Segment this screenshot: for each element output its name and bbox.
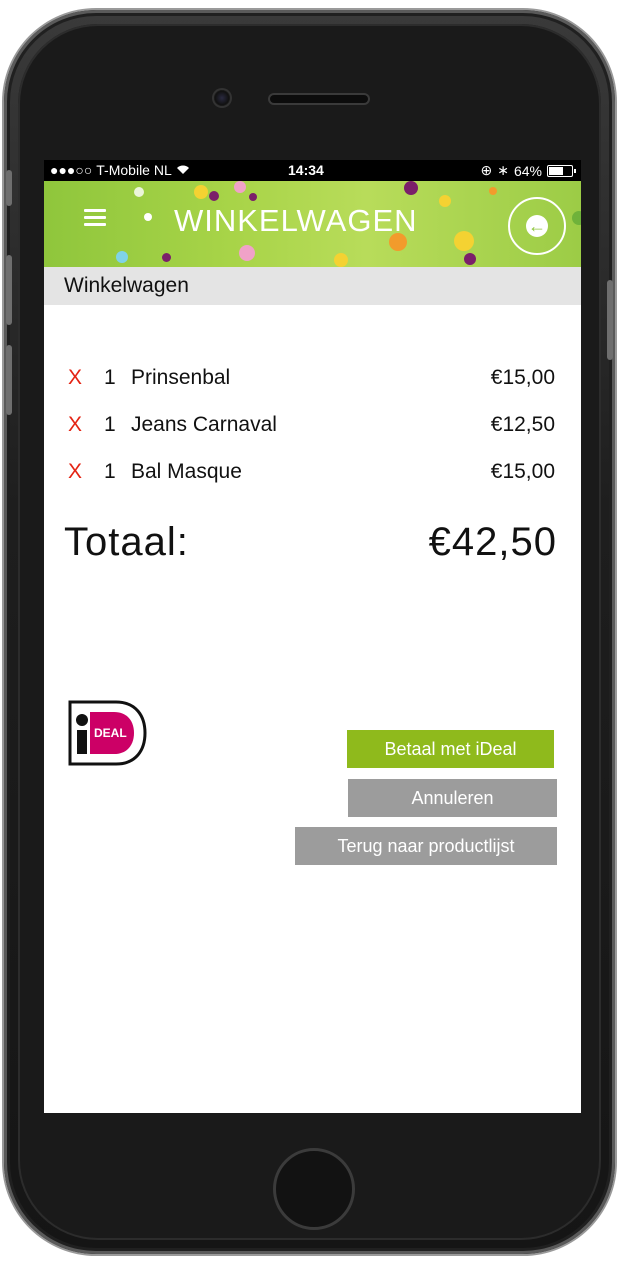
item-name: Jeans Carnaval <box>131 413 277 436</box>
confetti-dot <box>134 187 144 197</box>
confetti-dot <box>209 191 219 201</box>
volume-up-button <box>6 255 12 325</box>
earpiece-speaker <box>270 95 368 103</box>
remove-item-button[interactable]: X <box>68 366 82 390</box>
confetti-dot <box>194 185 208 199</box>
cancel-button[interactable]: Annuleren <box>348 779 557 817</box>
item-quantity: 1 <box>104 366 116 389</box>
confetti-dot <box>249 193 257 201</box>
confetti-dot <box>404 181 418 195</box>
orientation-lock-icon: ⊕ <box>480 162 493 178</box>
remove-item-button[interactable]: X <box>68 413 82 437</box>
carrier-name: T-Mobile NL <box>96 162 172 178</box>
header-title: WINKELWAGEN <box>174 203 418 238</box>
confetti-dot <box>144 213 152 221</box>
status-bar: ●●●○○ T-Mobile NL 14:34 ⊕ ∗ 64% <box>44 160 581 181</box>
confetti-dot <box>239 245 255 261</box>
cart-list: X 1 Prinsenbal €15,00 X 1 Jeans Carnaval… <box>64 360 558 501</box>
confetti-dot <box>572 211 581 225</box>
bluetooth-icon: ∗ <box>497 162 509 178</box>
confetti-dot <box>116 251 128 263</box>
ideal-logo: DEAL <box>68 700 147 766</box>
confetti-dot <box>334 253 348 267</box>
power-button <box>607 280 613 360</box>
section-bar: Winkelwagen <box>44 267 581 305</box>
battery-percentage: 64% <box>513 162 542 179</box>
svg-text:DEAL: DEAL <box>94 726 127 740</box>
total-label: Totaal: <box>64 520 189 564</box>
front-camera <box>214 90 230 106</box>
item-price: €15,00 <box>490 366 555 389</box>
item-price: €12,50 <box>490 413 555 436</box>
confetti-dot <box>162 253 171 262</box>
wifi-icon <box>176 162 190 178</box>
cart-item-row: X 1 Jeans Carnaval €12,50 <box>64 407 558 454</box>
section-title: Winkelwagen <box>64 274 189 297</box>
cart-item-row: X 1 Prinsenbal €15,00 <box>64 360 558 407</box>
phone-screen: ●●●○○ T-Mobile NL 14:34 ⊕ ∗ 64% WINKELWA… <box>44 160 581 1113</box>
confetti-dot <box>464 253 476 265</box>
app-header: WINKELWAGEN ← <box>44 181 581 267</box>
cart-item-row: X 1 Bal Masque €15,00 <box>64 454 558 501</box>
volume-down-button <box>6 345 12 415</box>
confetti-dot <box>234 181 246 193</box>
home-button[interactable] <box>273 1148 355 1230</box>
confetti-dot <box>439 195 451 207</box>
confetti-dot <box>489 187 497 195</box>
item-name: Bal Masque <box>131 460 242 483</box>
arrow-left-icon: ← <box>526 215 548 237</box>
clock: 14:34 <box>288 162 324 178</box>
pay-with-ideal-button[interactable]: Betaal met iDeal <box>347 730 554 768</box>
back-to-product-list-button[interactable]: Terug naar productlijst <box>295 827 557 865</box>
battery-icon <box>547 164 576 177</box>
item-quantity: 1 <box>104 413 116 436</box>
signal-icon: ●●●○○ <box>50 162 93 178</box>
remove-item-button[interactable]: X <box>68 460 82 484</box>
item-price: €15,00 <box>490 460 555 483</box>
total-value: €42,50 <box>428 520 557 564</box>
back-button[interactable]: ← <box>508 197 566 255</box>
battery-fill <box>549 166 564 175</box>
item-name: Prinsenbal <box>131 366 231 389</box>
hamburger-menu-icon[interactable] <box>84 209 106 227</box>
mute-switch <box>6 170 12 206</box>
item-quantity: 1 <box>104 460 116 483</box>
confetti-dot <box>454 231 474 251</box>
